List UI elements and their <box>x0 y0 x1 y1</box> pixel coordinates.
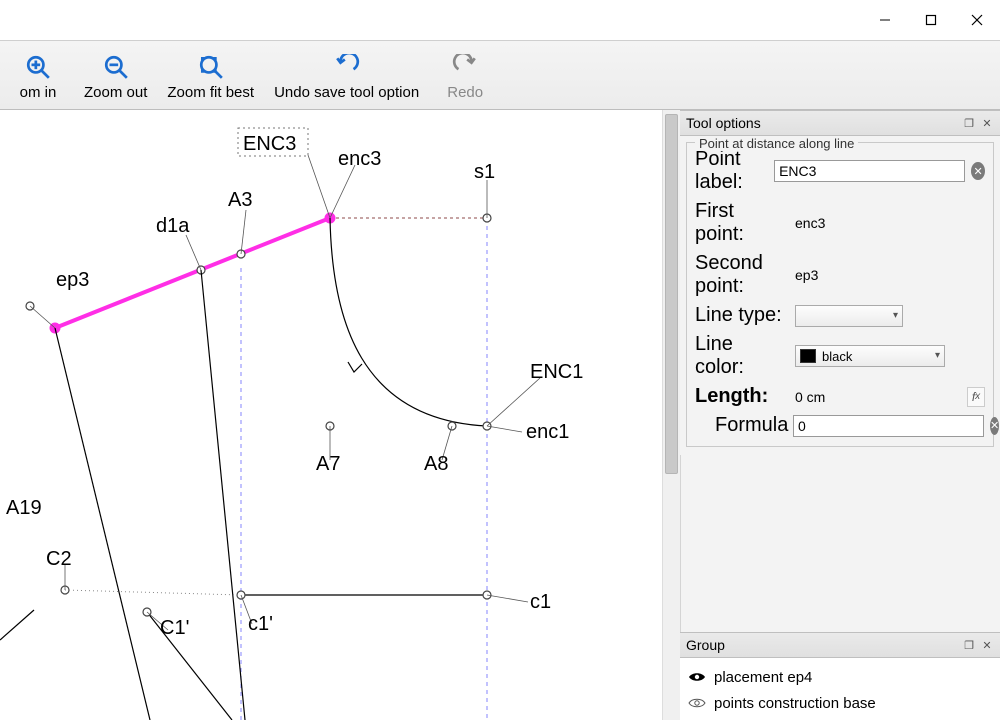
toolbar-label: om in <box>20 84 57 101</box>
canvas-label: ENC3 <box>243 133 296 155</box>
zoom-in-button[interactable]: om in <box>8 51 68 103</box>
side-panel: Tool options ❐ ✕ Point at distance along… <box>680 110 1000 720</box>
zoom-out-icon <box>102 53 130 81</box>
line-color-value: black <box>822 349 852 364</box>
undo-button[interactable]: Undo save tool option <box>270 51 423 103</box>
formula-fx-button[interactable]: fx <box>967 387 985 407</box>
formula-input[interactable] <box>793 415 984 437</box>
point-label-label: Point label: <box>695 148 766 194</box>
visibility-off-icon[interactable] <box>688 696 706 710</box>
second-point-label: Second point: <box>695 252 787 298</box>
visibility-on-icon[interactable] <box>688 670 706 684</box>
tool-options-fieldset: Point at distance along line Point label… <box>686 142 994 447</box>
zoom-fit-icon <box>197 53 225 81</box>
chevron-down-icon: ▾ <box>935 350 940 361</box>
redo-button[interactable]: Redo <box>435 51 495 103</box>
window-close-button[interactable] <box>954 5 1000 35</box>
window-titlebar <box>0 0 1000 40</box>
tool-options-panel: Tool options ❐ ✕ Point at distance along… <box>680 110 1000 455</box>
toolbar-label: Zoom fit best <box>167 84 254 101</box>
zoom-out-button[interactable]: Zoom out <box>80 51 151 103</box>
group-list: placement ep4 points construction base <box>680 658 1000 720</box>
canvas-label: A3 <box>228 189 252 211</box>
scrollbar-thumb[interactable] <box>665 114 678 474</box>
color-swatch <box>800 349 816 363</box>
toolbar-label: Undo save tool option <box>274 84 419 101</box>
first-point-value: enc3 <box>795 215 825 231</box>
line-color-select[interactable]: black ▾ <box>795 345 945 367</box>
close-icon[interactable]: ✕ <box>980 638 994 652</box>
panel-spacer <box>680 455 1000 632</box>
canvas-label: A7 <box>316 453 340 475</box>
point-label-input[interactable] <box>774 160 965 182</box>
line-color-label: Line color: <box>695 333 787 379</box>
window-maximize-button[interactable] <box>908 5 954 35</box>
length-value: 0 cm <box>795 389 825 405</box>
canvas-label: c1' <box>248 613 273 635</box>
canvas-label: C1' <box>160 617 189 639</box>
fieldset-legend: Point at distance along line <box>695 136 858 151</box>
undo-icon <box>333 53 361 81</box>
canvas-label: s1 <box>474 161 495 183</box>
group-item[interactable]: placement ep4 <box>688 664 992 690</box>
zoom-in-icon <box>24 53 52 81</box>
panel-title-text: Group <box>686 637 725 653</box>
canvas-label: c1 <box>530 591 551 613</box>
group-item-label: placement ep4 <box>714 669 812 686</box>
group-item-label: points construction base <box>714 695 876 712</box>
second-point-value: ep3 <box>795 267 818 283</box>
main-toolbar: om in Zoom out Zoom fit best Undo save t… <box>0 40 1000 110</box>
length-label: Length: <box>695 385 787 408</box>
chevron-down-icon: ▾ <box>893 310 898 321</box>
undock-icon[interactable]: ❐ <box>962 638 976 652</box>
line-type-label: Line type: <box>695 304 787 327</box>
canvas-label: enc1 <box>526 421 569 443</box>
clear-input-icon[interactable]: ✕ <box>990 417 999 435</box>
zoom-fit-best-button[interactable]: Zoom fit best <box>163 51 258 103</box>
tool-options-titlebar[interactable]: Tool options ❐ ✕ <box>680 110 1000 136</box>
canvas-label: enc3 <box>338 148 381 170</box>
canvas-label: ENC1 <box>530 361 583 383</box>
canvas-scrollbar[interactable] <box>662 110 680 720</box>
group-titlebar[interactable]: Group ❐ ✕ <box>680 632 1000 658</box>
undock-icon[interactable]: ❐ <box>962 116 976 130</box>
window-minimize-button[interactable] <box>862 5 908 35</box>
drawing-canvas[interactable]: .pt { fill:#fff; stroke:#444; stroke-wid… <box>0 110 662 720</box>
canvas-label: A8 <box>424 453 448 475</box>
canvas-label: d1a <box>156 215 190 237</box>
line-type-select[interactable]: ▾ <box>795 305 903 327</box>
first-point-label: First point: <box>695 200 787 246</box>
canvas-label: ep3 <box>56 269 89 291</box>
redo-icon <box>451 53 479 81</box>
toolbar-label: Zoom out <box>84 84 147 101</box>
canvas-label: C2 <box>46 548 72 570</box>
group-panel: Group ❐ ✕ placement ep4 points construct… <box>680 632 1000 720</box>
panel-title-text: Tool options <box>686 115 761 131</box>
formula-label: Formula <box>715 414 785 437</box>
group-item[interactable]: points construction base <box>688 690 992 716</box>
close-icon[interactable]: ✕ <box>980 116 994 130</box>
canvas-label: A19 <box>6 497 42 519</box>
toolbar-label: Redo <box>447 84 483 101</box>
clear-input-icon[interactable]: ✕ <box>971 162 985 180</box>
